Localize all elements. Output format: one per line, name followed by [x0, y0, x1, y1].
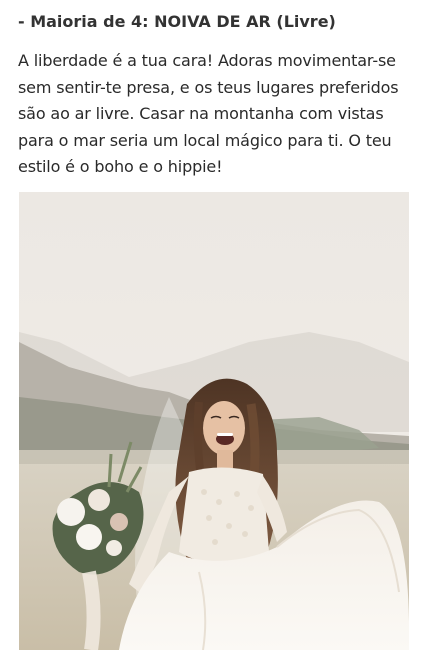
description-paragraph: A liberdade é a tua cara! Adoras movimen… [18, 51, 399, 176]
section-heading: - Maioria de 4: NOIVA DE AR (Livre) [18, 12, 336, 31]
bride-photo-illustration [19, 192, 409, 650]
bride-photo [19, 192, 409, 650]
